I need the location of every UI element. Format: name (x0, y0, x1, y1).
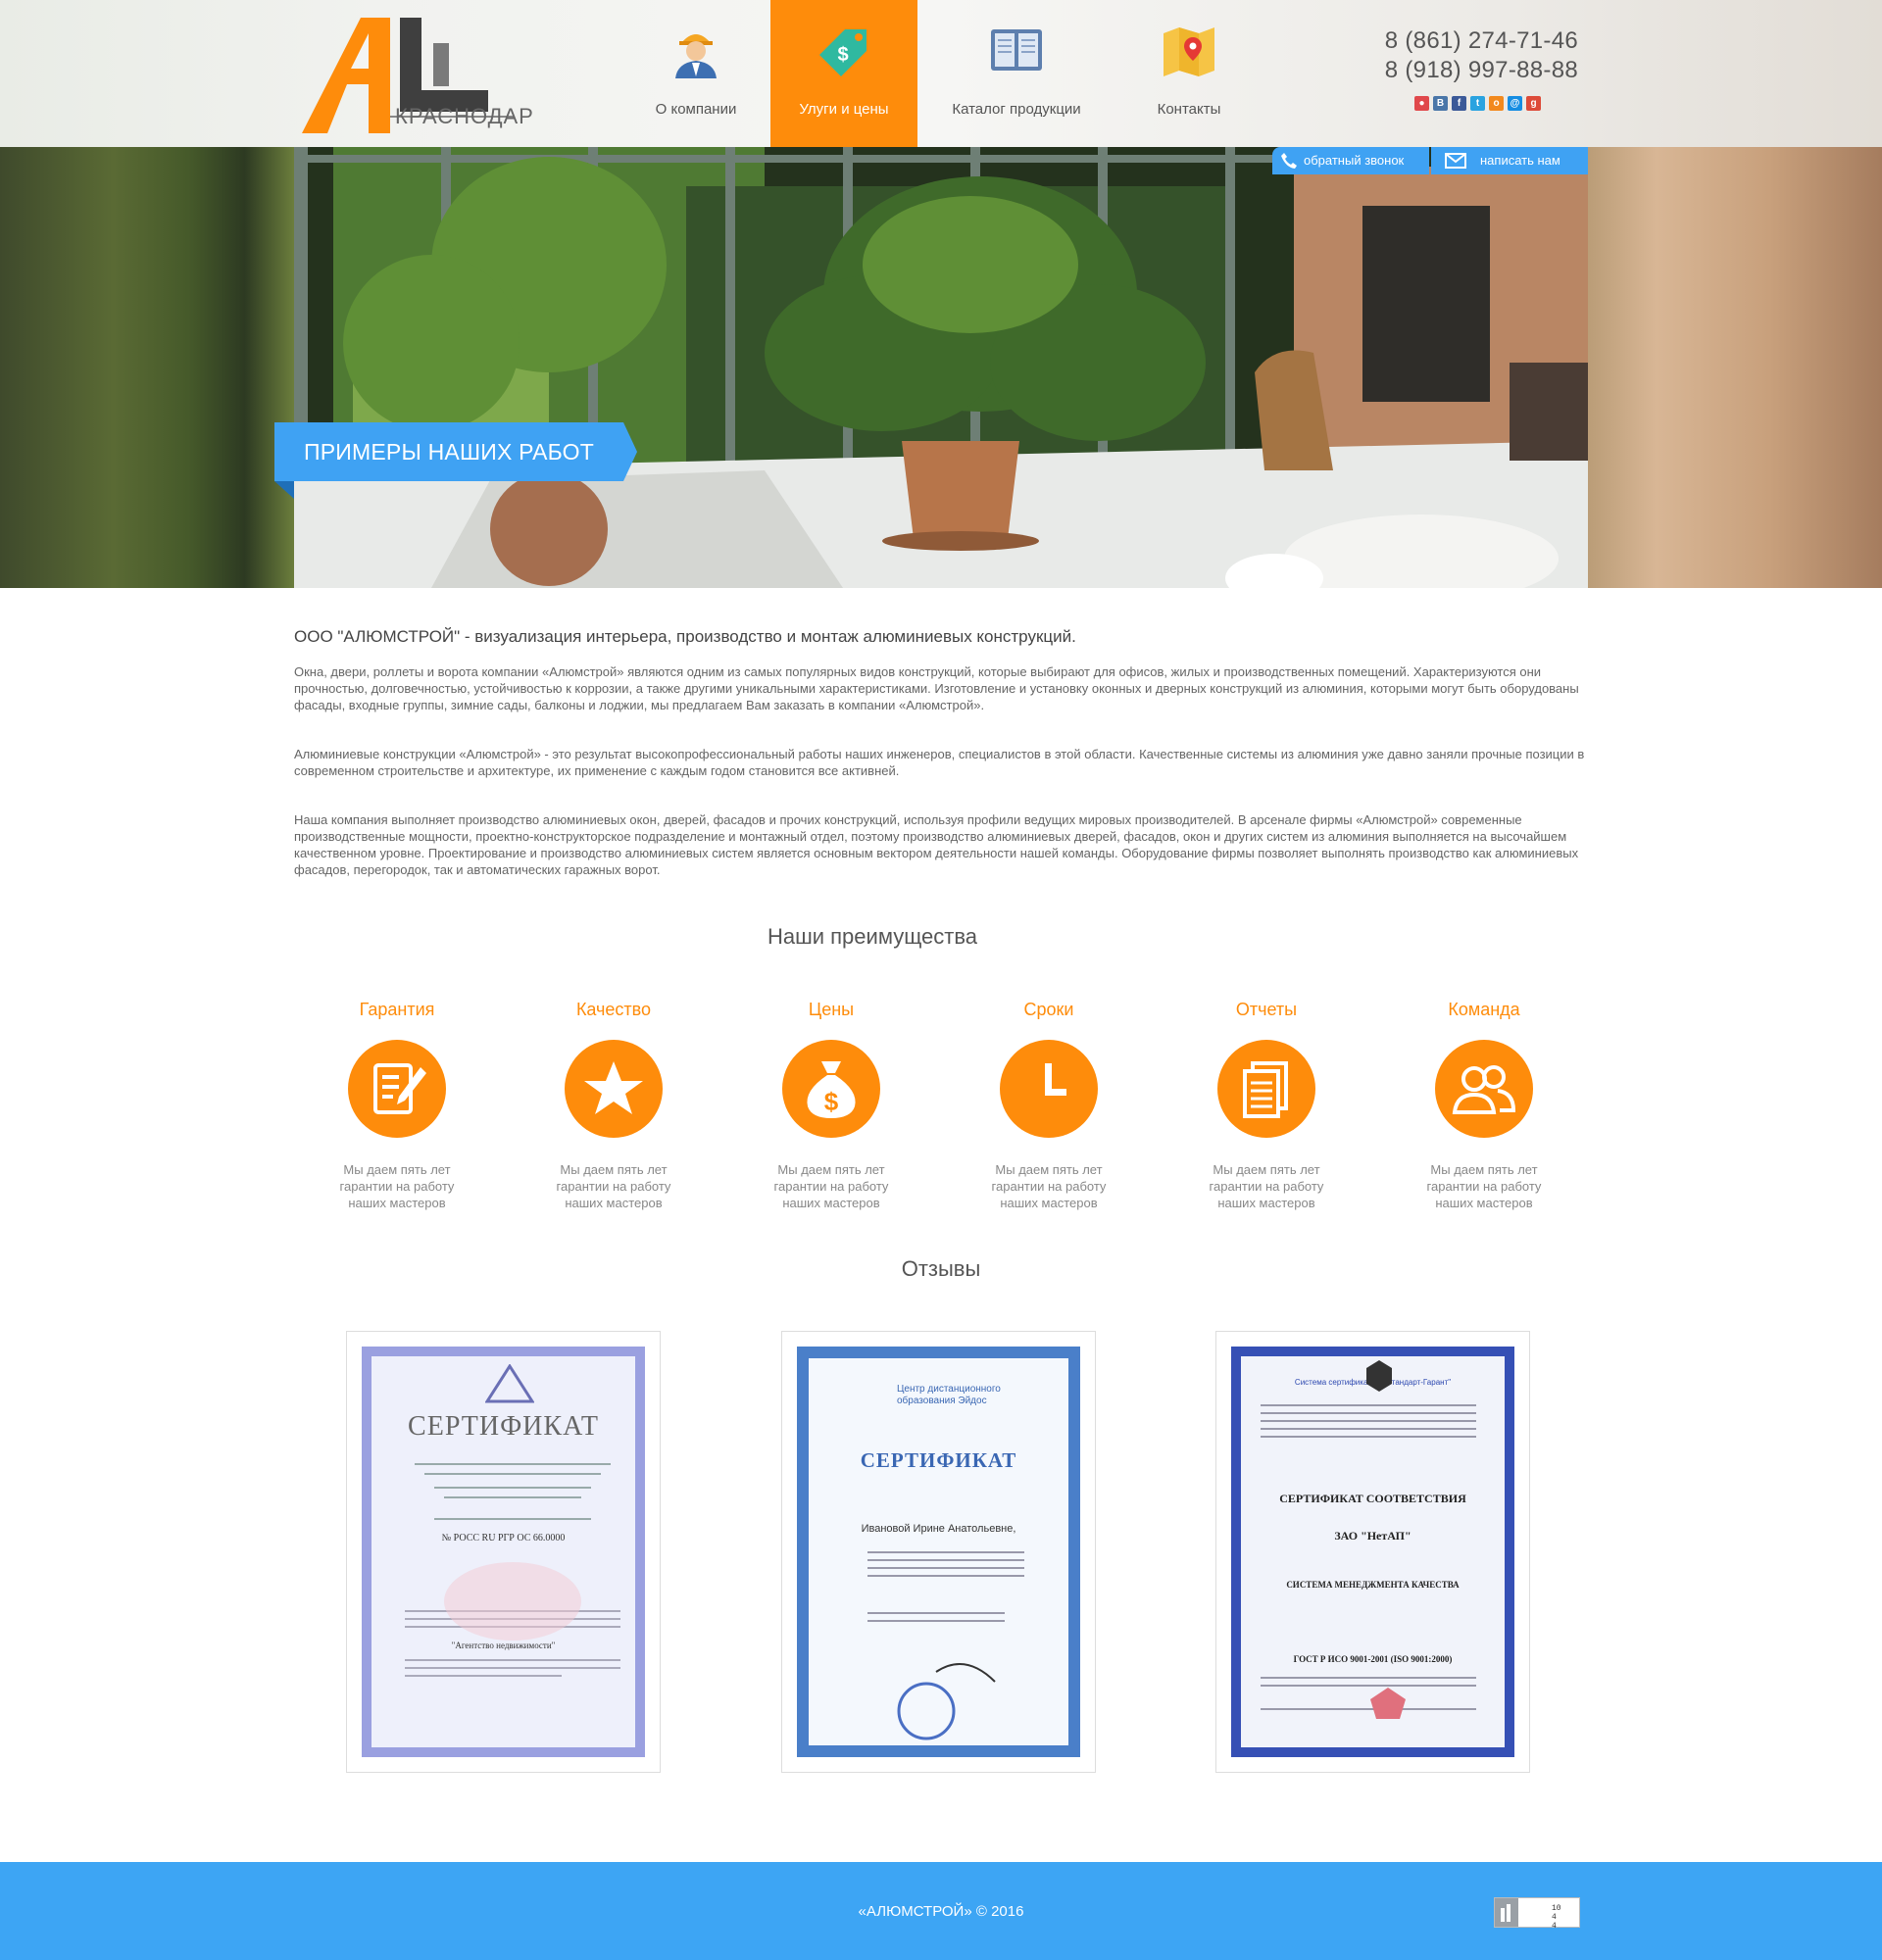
advantage-team: Команда Мы даем пять лет гарантии на раб… (1411, 1000, 1558, 1211)
map-pin-icon (1162, 25, 1216, 82)
vk-icon[interactable]: В (1433, 96, 1448, 111)
cert-1-org: "Агентство недвижимости" (451, 1641, 556, 1650)
site-header: КРАСНОДАР О компании $ Улуги и цены Ката… (294, 0, 1588, 147)
book-icon (989, 25, 1044, 78)
nav-services[interactable]: $ Улуги и цены (770, 0, 917, 147)
cert-2-org: Центр дистанционного образования Эйдос (897, 1384, 1001, 1406)
works-banner[interactable]: ПРИМЕРЫ НАШИХ РАБОТ (274, 422, 637, 499)
works-banner-label: ПРИМЕРЫ НАШИХ РАБОТ (304, 439, 595, 465)
cert-3-standard: ГОСТ Р ИСО 9001-2001 (ISO 9001:2000) (1293, 1654, 1453, 1664)
write-us-label: написать нам (1480, 153, 1560, 168)
site-footer: «АЛЮМСТРОЙ» © 2016 10 4 4 (0, 1862, 1882, 1960)
advantage-terms: Сроки Мы даем пять лет гарантии на работ… (975, 1000, 1122, 1211)
facebook-icon[interactable]: f (1452, 96, 1466, 111)
advantage-title: Качество (575, 1000, 652, 1019)
cert-3-footer-lines (1261, 1677, 1476, 1719)
counter-chart-icon (1495, 1898, 1518, 1927)
cert-3-org: ЗАО "НетАП" (1334, 1529, 1412, 1543)
certificate-3[interactable]: Система сертификации "Стандарт-Гарант" С… (1215, 1331, 1530, 1773)
advantage-title: Отчеты (1235, 1000, 1298, 1019)
nav-services-label: Улуги и цены (799, 101, 889, 118)
about-paragraph-1: Окна, двери, роллеты и ворота компании «… (294, 664, 1579, 712)
cert-2-body-lines (867, 1551, 1024, 1740)
advantage-quality: Качество Мы даем пять лет гарантии на ра… (540, 1000, 687, 1211)
advantage-reports: Отчеты Мы даем пять лет гарантии на рабо… (1193, 1000, 1340, 1211)
nav-catalog[interactable]: Каталог продукции (943, 0, 1090, 147)
twitter-icon[interactable]: t (1470, 96, 1485, 111)
advantages-title: Наши преимущества (767, 924, 978, 949)
money-bag-icon: $ (782, 1040, 880, 1138)
worker-icon (671, 25, 720, 82)
advantage-title: Сроки (1023, 1000, 1074, 1019)
team-icon (1435, 1040, 1533, 1138)
youtube-icon[interactable]: ● (1414, 96, 1429, 111)
googleplus-icon[interactable]: g (1526, 96, 1541, 111)
certificate-1[interactable]: СЕРТИФИКАТ № РОСС RU РГР ОС 66.0000 "Аге… (346, 1331, 661, 1773)
advantage-text: Мы даем пять лет гарантии на работу наши… (773, 1162, 889, 1210)
footer-copyright: «АЛЮМСТРОЙ» © 2016 (858, 1903, 1024, 1920)
reports-icon (1217, 1040, 1315, 1138)
cert-3-emblem-icon (1366, 1360, 1392, 1392)
price-tag-icon: $ (817, 25, 870, 82)
cert-2-name: Ивановой Ирине Анатольевне, (861, 1523, 1016, 1535)
nav-contacts[interactable]: Контакты (1115, 0, 1263, 147)
hero-photo (294, 147, 1588, 588)
conservatory-illustration (294, 147, 1588, 588)
phone-1[interactable]: 8 (861) 274-71-46 (1385, 27, 1578, 55)
svg-text:$: $ (837, 44, 848, 66)
callback-label: обратный звонок (1304, 153, 1405, 168)
cert-3-title: СЕРТИФИКАТ СООТВЕТСТВИЯ (1279, 1492, 1466, 1505)
cert-1-body-lines (405, 1562, 620, 1677)
about-heading: ООО "АЛЮМСТРОЙ" - визуализация интерьера… (294, 627, 1076, 646)
advantage-text: Мы даем пять лет гарантии на работу наши… (339, 1162, 455, 1210)
nav-catalog-label: Каталог продукции (952, 101, 1081, 118)
counter-values: 10 4 4 (1552, 1904, 1561, 1931)
cert-1-title: СЕРТИФИКАТ (408, 1411, 599, 1442)
cert-3-system: СИСТЕМА МЕНЕДЖМЕНТА КАЧЕСТВА (1286, 1580, 1460, 1590)
about-paragraph-3: Наша компания выполняет производство алю… (294, 812, 1579, 877)
advantage-text: Мы даем пять лет гарантии на работу наши… (1426, 1162, 1542, 1210)
star-icon (565, 1040, 663, 1138)
about-paragraph-2: Алюминиевые конструкции «Алюмстрой» - эт… (294, 747, 1585, 778)
nav-contacts-label: Контакты (1157, 101, 1221, 118)
logo[interactable]: КРАСНОДАР (302, 14, 533, 137)
advantage-text: Мы даем пять лет гарантии на работу наши… (1209, 1162, 1324, 1210)
nav-about[interactable]: О компании (622, 0, 769, 147)
cert-1-number: № РОСС RU РГР ОС 66.0000 (441, 1533, 566, 1544)
advantage-guarantee: Гарантия Мы даем пять лет гарантии на ра… (323, 1000, 470, 1211)
phone-icon (1281, 153, 1297, 169)
advantage-title: Команда (1448, 1000, 1520, 1019)
cert-3-header-lines (1261, 1404, 1476, 1438)
cert-2-title: СЕРТИФИКАТ (860, 1448, 1017, 1472)
advantage-text: Мы даем пять лет гарантии на работу наши… (556, 1162, 671, 1210)
advantage-title: Цены (808, 1000, 855, 1019)
reviews-title: Отзывы (901, 1256, 981, 1281)
clock-icon (1000, 1040, 1098, 1138)
write-us-button[interactable]: написать нам (1431, 147, 1588, 174)
cert-emblem-icon (485, 1364, 534, 1403)
nav-about-label: О компании (655, 101, 737, 118)
phone-2[interactable]: 8 (918) 997-88-88 (1385, 57, 1578, 84)
document-pen-icon (348, 1040, 446, 1138)
logo-city: КРАСНОДАР (395, 104, 534, 128)
certificate-2[interactable]: Центр дистанционного образования Эйдос С… (781, 1331, 1096, 1773)
visit-counter[interactable]: 10 4 4 (1494, 1897, 1580, 1931)
callback-button[interactable]: обратный звонок (1272, 147, 1429, 174)
advantage-text: Мы даем пять лет гарантии на работу наши… (991, 1162, 1107, 1210)
mail-icon (1445, 153, 1466, 169)
advantage-prices: Цены $ Мы даем пять лет гарантии на рабо… (758, 1000, 905, 1211)
odnoklassniki-icon[interactable]: о (1489, 96, 1504, 111)
advantage-title: Гарантия (359, 1000, 435, 1019)
mailru-icon[interactable]: @ (1508, 96, 1522, 111)
svg-text:$: $ (824, 1087, 839, 1116)
